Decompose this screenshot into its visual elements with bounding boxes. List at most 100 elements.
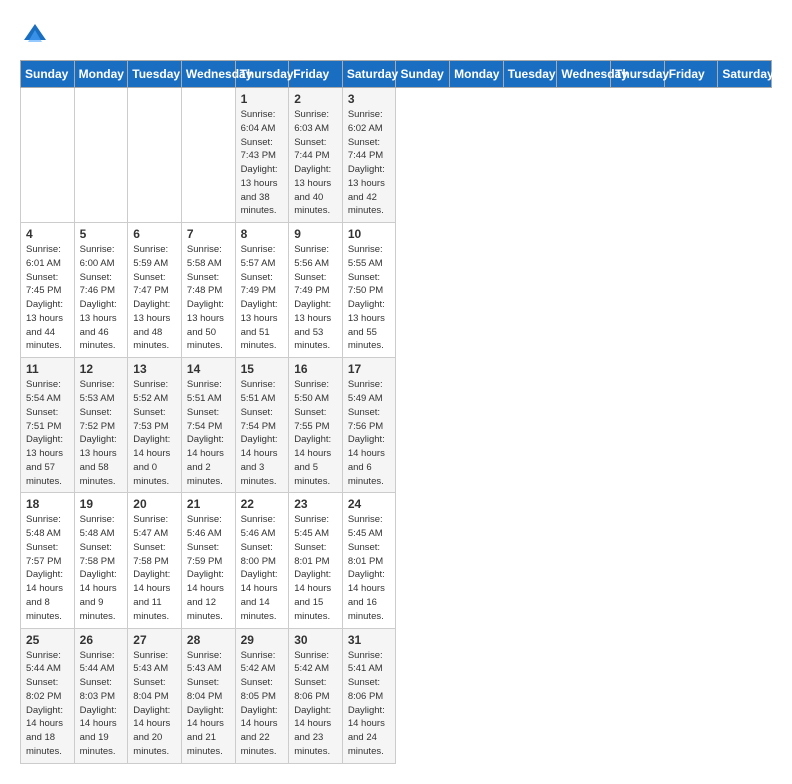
calendar-cell-w4d2: 19 Sunrise: 5:48 AM Sunset: 7:58 PM Dayli… — [74, 493, 128, 628]
day-number: 19 — [80, 497, 123, 511]
calendar-cell-w2d4: 7 Sunrise: 5:58 AM Sunset: 7:48 PM Daylig… — [181, 223, 235, 358]
day-number: 30 — [294, 633, 337, 647]
day-info: Sunrise: 6:01 AM Sunset: 7:45 PM Dayligh… — [26, 243, 69, 353]
day-info: Sunrise: 5:46 AM Sunset: 7:59 PM Dayligh… — [187, 513, 230, 623]
day-number: 25 — [26, 633, 69, 647]
day-number: 4 — [26, 227, 69, 241]
calendar-cell-w1d7: 3 Sunrise: 6:02 AM Sunset: 7:44 PM Daylig… — [342, 88, 396, 223]
day-number: 17 — [348, 362, 391, 376]
day-info: Sunrise: 5:44 AM Sunset: 8:02 PM Dayligh… — [26, 649, 69, 759]
header-sunday: Sunday — [396, 61, 450, 88]
day-info: Sunrise: 5:51 AM Sunset: 7:54 PM Dayligh… — [187, 378, 230, 488]
calendar-cell-w3d4: 14 Sunrise: 5:51 AM Sunset: 7:54 PM Dayli… — [181, 358, 235, 493]
calendar-cell-w5d5: 29 Sunrise: 5:42 AM Sunset: 8:05 PM Dayli… — [235, 628, 289, 763]
calendar-cell-w4d6: 23 Sunrise: 5:45 AM Sunset: 8:01 PM Dayli… — [289, 493, 343, 628]
day-info: Sunrise: 5:42 AM Sunset: 8:06 PM Dayligh… — [294, 649, 337, 759]
header-saturday: Saturday — [342, 61, 396, 88]
calendar-table: SundayMondayTuesdayWednesdayThursdayFrid… — [20, 60, 772, 764]
header-friday: Friday — [289, 61, 343, 88]
day-number: 14 — [187, 362, 230, 376]
header-friday: Friday — [664, 61, 718, 88]
day-info: Sunrise: 5:52 AM Sunset: 7:53 PM Dayligh… — [133, 378, 176, 488]
calendar-cell-w1d5: 1Sunrise: 6:04 AM Sunset: 7:43 PM Daylig… — [235, 88, 289, 223]
day-info: Sunrise: 5:45 AM Sunset: 8:01 PM Dayligh… — [294, 513, 337, 623]
calendar-cell-w1d2 — [74, 88, 128, 223]
day-number: 29 — [241, 633, 284, 647]
calendar-cell-w5d6: 30 Sunrise: 5:42 AM Sunset: 8:06 PM Dayli… — [289, 628, 343, 763]
day-number: 27 — [133, 633, 176, 647]
day-number: 18 — [26, 497, 69, 511]
day-info: Sunrise: 5:42 AM Sunset: 8:05 PM Dayligh… — [241, 649, 284, 759]
day-number: 22 — [241, 497, 284, 511]
calendar-cell-w5d1: 25 Sunrise: 5:44 AM Sunset: 8:02 PM Dayli… — [21, 628, 75, 763]
calendar-week-2: 4 Sunrise: 6:01 AM Sunset: 7:45 PM Daylig… — [21, 223, 772, 358]
day-info: Sunrise: 5:55 AM Sunset: 7:50 PM Dayligh… — [348, 243, 391, 353]
day-info: Sunrise: 5:49 AM Sunset: 7:56 PM Dayligh… — [348, 378, 391, 488]
day-info: Sunrise: 5:54 AM Sunset: 7:51 PM Dayligh… — [26, 378, 69, 488]
day-info: Sunrise: 6:02 AM Sunset: 7:44 PM Dayligh… — [348, 108, 391, 218]
day-number: 6 — [133, 227, 176, 241]
day-number: 24 — [348, 497, 391, 511]
calendar-cell-w3d7: 17 Sunrise: 5:49 AM Sunset: 7:56 PM Dayli… — [342, 358, 396, 493]
day-info: Sunrise: 5:59 AM Sunset: 7:47 PM Dayligh… — [133, 243, 176, 353]
day-number: 7 — [187, 227, 230, 241]
day-number: 31 — [348, 633, 391, 647]
day-info: Sunrise: 5:57 AM Sunset: 7:49 PM Dayligh… — [241, 243, 284, 353]
day-info: Sunrise: 5:50 AM Sunset: 7:55 PM Dayligh… — [294, 378, 337, 488]
day-number: 1 — [241, 92, 284, 106]
header-monday: Monday — [74, 61, 128, 88]
day-info: Sunrise: 5:44 AM Sunset: 8:03 PM Dayligh… — [80, 649, 123, 759]
day-number: 5 — [80, 227, 123, 241]
calendar-cell-w3d3: 13 Sunrise: 5:52 AM Sunset: 7:53 PM Dayli… — [128, 358, 182, 493]
day-info: Sunrise: 5:56 AM Sunset: 7:49 PM Dayligh… — [294, 243, 337, 353]
calendar-cell-w2d3: 6 Sunrise: 5:59 AM Sunset: 7:47 PM Daylig… — [128, 223, 182, 358]
day-number: 2 — [294, 92, 337, 106]
calendar-cell-w4d3: 20Sunrise: 5:47 AM Sunset: 7:58 PM Dayli… — [128, 493, 182, 628]
calendar-cell-w2d1: 4 Sunrise: 6:01 AM Sunset: 7:45 PM Daylig… — [21, 223, 75, 358]
calendar-cell-w1d3 — [128, 88, 182, 223]
calendar-cell-w4d5: 22 Sunrise: 5:46 AM Sunset: 8:00 PM Dayli… — [235, 493, 289, 628]
calendar-cell-w4d4: 21Sunrise: 5:46 AM Sunset: 7:59 PM Dayli… — [181, 493, 235, 628]
day-info: Sunrise: 6:03 AM Sunset: 7:44 PM Dayligh… — [294, 108, 337, 218]
calendar-cell-w3d5: 15 Sunrise: 5:51 AM Sunset: 7:54 PM Dayli… — [235, 358, 289, 493]
day-number: 9 — [294, 227, 337, 241]
day-number: 11 — [26, 362, 69, 376]
logo — [20, 20, 54, 50]
calendar-cell-w5d3: 27Sunrise: 5:43 AM Sunset: 8:04 PM Dayli… — [128, 628, 182, 763]
header-wednesday: Wednesday — [181, 61, 235, 88]
day-number: 10 — [348, 227, 391, 241]
logo-icon — [20, 20, 50, 50]
day-number: 12 — [80, 362, 123, 376]
page-header — [20, 20, 772, 50]
day-info: Sunrise: 5:46 AM Sunset: 8:00 PM Dayligh… — [241, 513, 284, 623]
day-number: 8 — [241, 227, 284, 241]
calendar-week-5: 25 Sunrise: 5:44 AM Sunset: 8:02 PM Dayli… — [21, 628, 772, 763]
day-number: 26 — [80, 633, 123, 647]
day-number: 15 — [241, 362, 284, 376]
day-info: Sunrise: 5:48 AM Sunset: 7:58 PM Dayligh… — [80, 513, 123, 623]
calendar-cell-w2d7: 10 Sunrise: 5:55 AM Sunset: 7:50 PM Dayli… — [342, 223, 396, 358]
day-info: Sunrise: 5:51 AM Sunset: 7:54 PM Dayligh… — [241, 378, 284, 488]
day-number: 28 — [187, 633, 230, 647]
day-number: 13 — [133, 362, 176, 376]
day-info: Sunrise: 5:41 AM Sunset: 8:06 PM Dayligh… — [348, 649, 391, 759]
header-saturday: Saturday — [718, 61, 772, 88]
day-number: 3 — [348, 92, 391, 106]
calendar-cell-w5d7: 31 Sunrise: 5:41 AM Sunset: 8:06 PM Dayli… — [342, 628, 396, 763]
calendar-cell-w1d4 — [181, 88, 235, 223]
day-info: Sunrise: 5:43 AM Sunset: 8:04 PM Dayligh… — [187, 649, 230, 759]
day-number: 23 — [294, 497, 337, 511]
day-info: Sunrise: 5:45 AM Sunset: 8:01 PM Dayligh… — [348, 513, 391, 623]
calendar-cell-w3d2: 12Sunrise: 5:53 AM Sunset: 7:52 PM Dayli… — [74, 358, 128, 493]
header-thursday: Thursday — [235, 61, 289, 88]
calendar-cell-w1d1 — [21, 88, 75, 223]
header-tuesday: Tuesday — [128, 61, 182, 88]
calendar-cell-w2d6: 9 Sunrise: 5:56 AM Sunset: 7:49 PM Daylig… — [289, 223, 343, 358]
header-sunday: Sunday — [21, 61, 75, 88]
calendar-cell-w3d6: 16Sunrise: 5:50 AM Sunset: 7:55 PM Dayli… — [289, 358, 343, 493]
calendar-header-row: SundayMondayTuesdayWednesdayThursdayFrid… — [21, 61, 772, 88]
day-info: Sunrise: 5:47 AM Sunset: 7:58 PM Dayligh… — [133, 513, 176, 623]
calendar-cell-w2d2: 5Sunrise: 6:00 AM Sunset: 7:46 PM Daylig… — [74, 223, 128, 358]
calendar-cell-w1d6: 2 Sunrise: 6:03 AM Sunset: 7:44 PM Daylig… — [289, 88, 343, 223]
day-info: Sunrise: 5:58 AM Sunset: 7:48 PM Dayligh… — [187, 243, 230, 353]
